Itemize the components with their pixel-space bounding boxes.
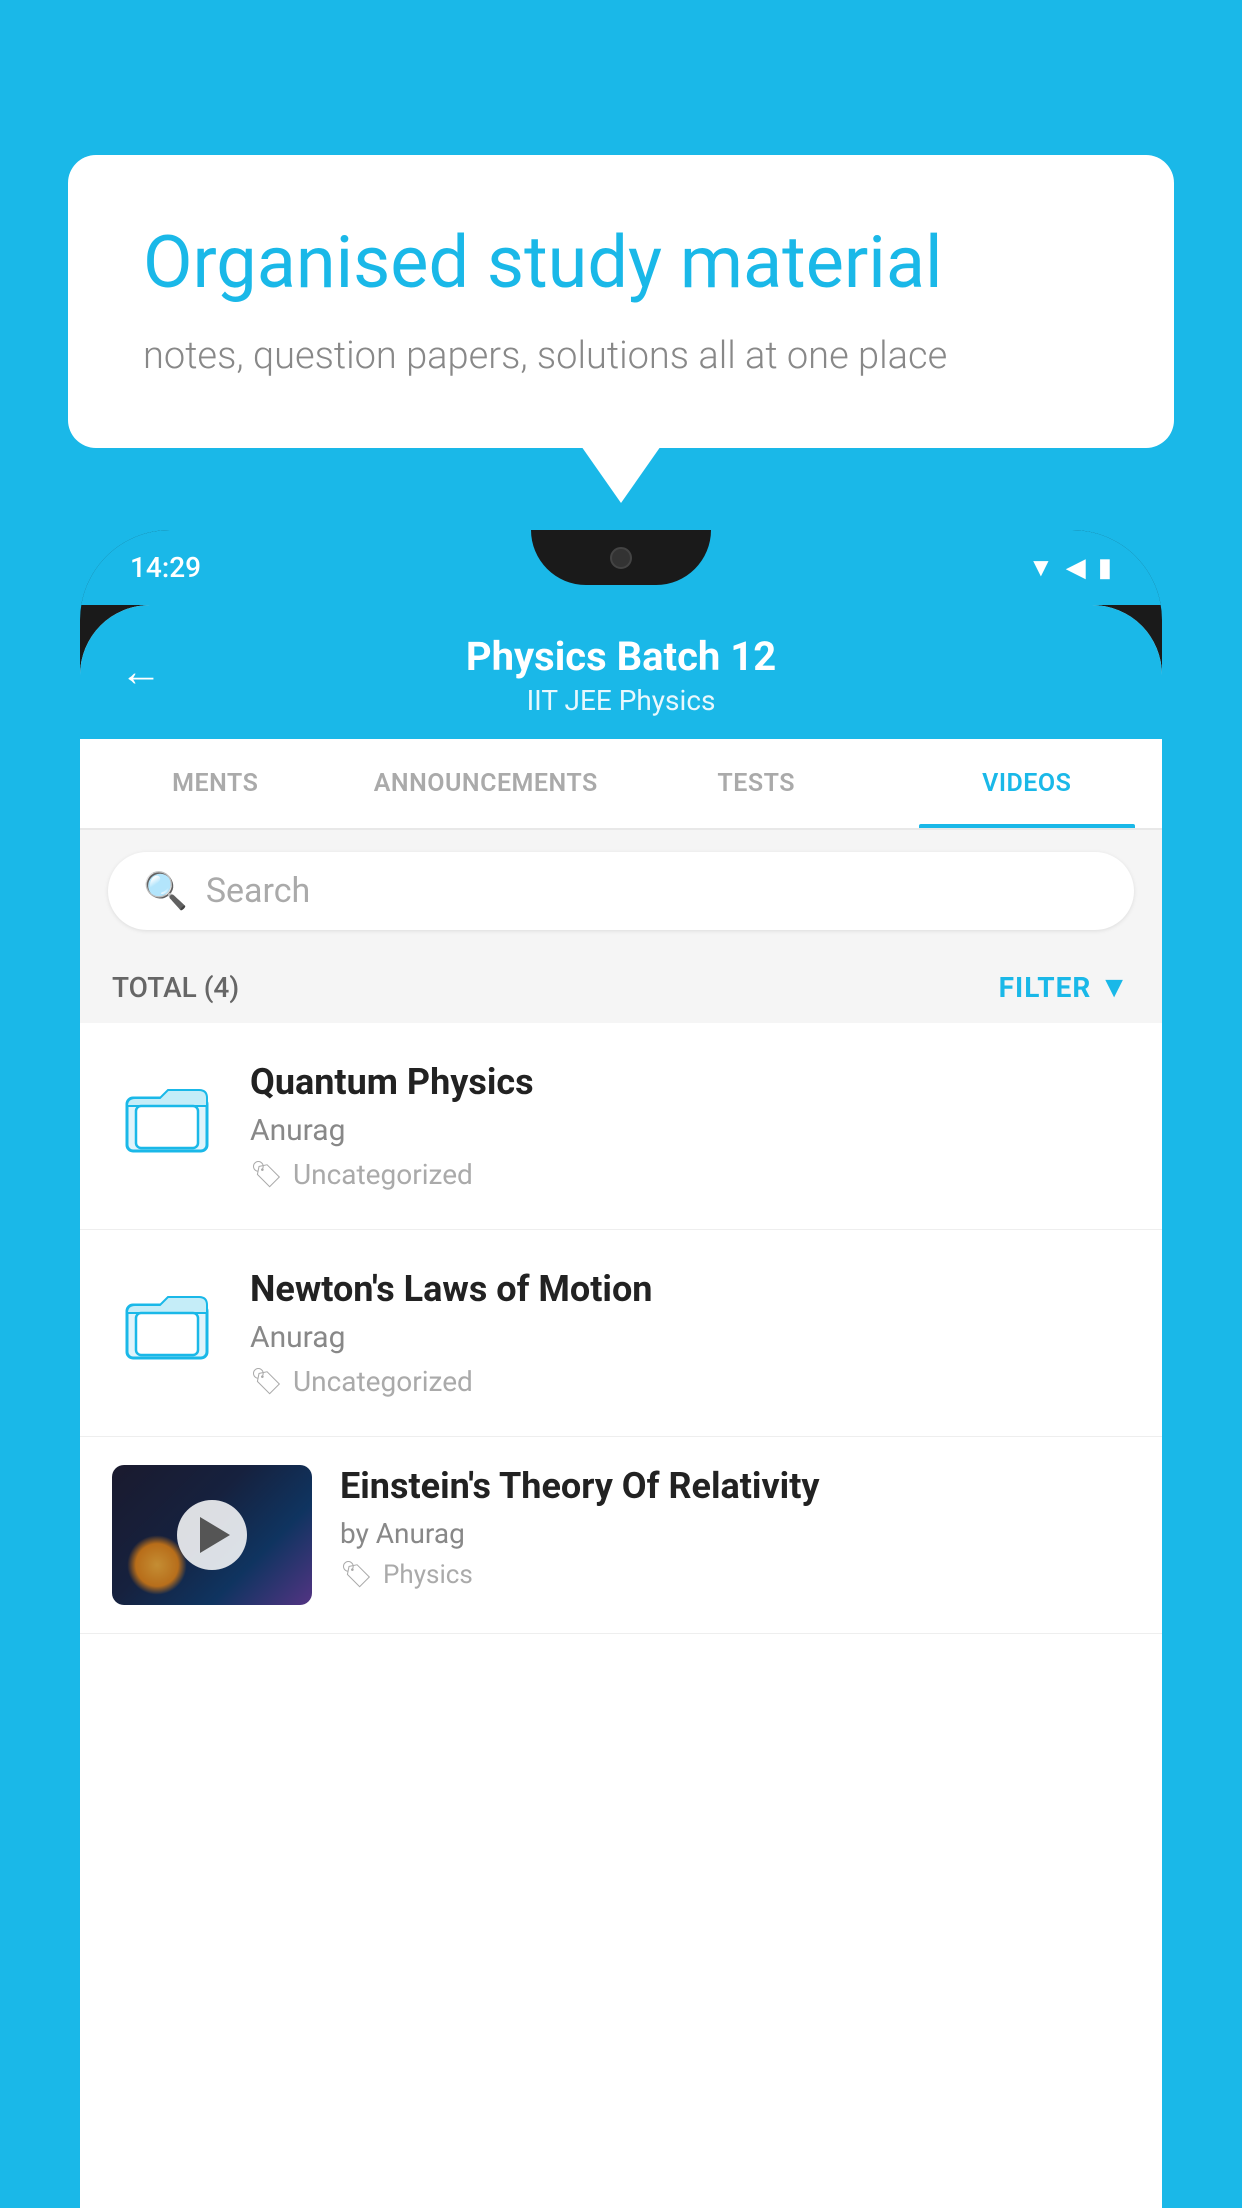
list-item[interactable]: Newton's Laws of Motion Anurag 🏷 Uncateg… [80, 1230, 1162, 1437]
video-title: Quantum Physics [250, 1061, 1130, 1103]
video-author: by Anurag [340, 1517, 1130, 1550]
app-title: Physics Batch 12 [120, 633, 1122, 680]
folder-thumbnail [112, 1061, 222, 1171]
camera-dot [610, 547, 632, 569]
filter-icon: ▼ [1099, 970, 1130, 1005]
video-thumbnail [112, 1465, 312, 1605]
total-label: TOTAL (4) [112, 971, 239, 1004]
video-author: Anurag [250, 1320, 1130, 1355]
status-bar: 14:29 ▼ ◀ ▮ [80, 530, 1162, 605]
folder-thumbnail [112, 1268, 222, 1378]
search-bar[interactable]: 🔍 Search [108, 852, 1134, 930]
tab-ments[interactable]: MENTS [80, 739, 351, 828]
video-list: Quantum Physics Anurag 🏷 Uncategorized [80, 1023, 1162, 1634]
app-subtitle: IIT JEE Physics [120, 684, 1122, 717]
app-header: ← Physics Batch 12 IIT JEE Physics [80, 605, 1162, 739]
folder-icon [122, 1283, 212, 1363]
video-tag: 🏷 Uncategorized [250, 1158, 1130, 1191]
tabs: MENTS ANNOUNCEMENTS TESTS VIDEOS [80, 739, 1162, 830]
speech-bubble: Organised study material notes, question… [68, 155, 1174, 448]
filter-bar: TOTAL (4) FILTER ▼ [80, 952, 1162, 1023]
tab-tests[interactable]: TESTS [621, 739, 892, 828]
status-time: 14:29 [130, 551, 201, 584]
bubble-title: Organised study material [143, 220, 1099, 306]
list-item[interactable]: Einstein's Theory Of Relativity by Anura… [80, 1437, 1162, 1634]
video-info: Quantum Physics Anurag 🏷 Uncategorized [250, 1061, 1130, 1191]
phone-frame: 14:29 ▼ ◀ ▮ ← Physics Batch 12 IIT JEE P… [80, 530, 1162, 2208]
video-tag: 🏷 Physics [340, 1560, 1130, 1590]
tab-videos[interactable]: VIDEOS [892, 739, 1163, 828]
bubble-subtitle: notes, question papers, solutions all at… [143, 334, 1099, 378]
speech-bubble-wrapper: Organised study material notes, question… [68, 155, 1174, 448]
status-icons: ▼ ◀ ▮ [1028, 552, 1112, 583]
phone-notch [531, 530, 711, 585]
folder-icon [122, 1076, 212, 1156]
list-item[interactable]: Quantum Physics Anurag 🏷 Uncategorized [80, 1023, 1162, 1230]
phone-screen: ← Physics Batch 12 IIT JEE Physics MENTS… [80, 605, 1162, 2208]
tag-icon: 🏷 [250, 1160, 283, 1190]
tag-icon: 🏷 [340, 1560, 373, 1590]
tab-announcements[interactable]: ANNOUNCEMENTS [351, 739, 622, 828]
filter-button[interactable]: FILTER ▼ [999, 970, 1130, 1005]
search-container: 🔍 Search [80, 830, 1162, 952]
video-info: Einstein's Theory Of Relativity by Anura… [340, 1465, 1130, 1590]
video-info: Newton's Laws of Motion Anurag 🏷 Uncateg… [250, 1268, 1130, 1398]
back-button[interactable]: ← [120, 648, 162, 697]
video-title: Newton's Laws of Motion [250, 1268, 1130, 1310]
play-button[interactable] [177, 1500, 247, 1570]
video-author: Anurag [250, 1113, 1130, 1148]
play-icon [200, 1517, 230, 1553]
wifi-icon: ▼ [1028, 552, 1054, 583]
battery-icon: ▮ [1098, 553, 1112, 583]
video-title: Einstein's Theory Of Relativity [340, 1465, 1130, 1507]
tag-icon: 🏷 [250, 1367, 283, 1397]
signal-icon: ◀ [1066, 553, 1086, 583]
search-placeholder: Search [206, 871, 310, 911]
search-icon: 🔍 [143, 870, 188, 912]
video-tag: 🏷 Uncategorized [250, 1365, 1130, 1398]
